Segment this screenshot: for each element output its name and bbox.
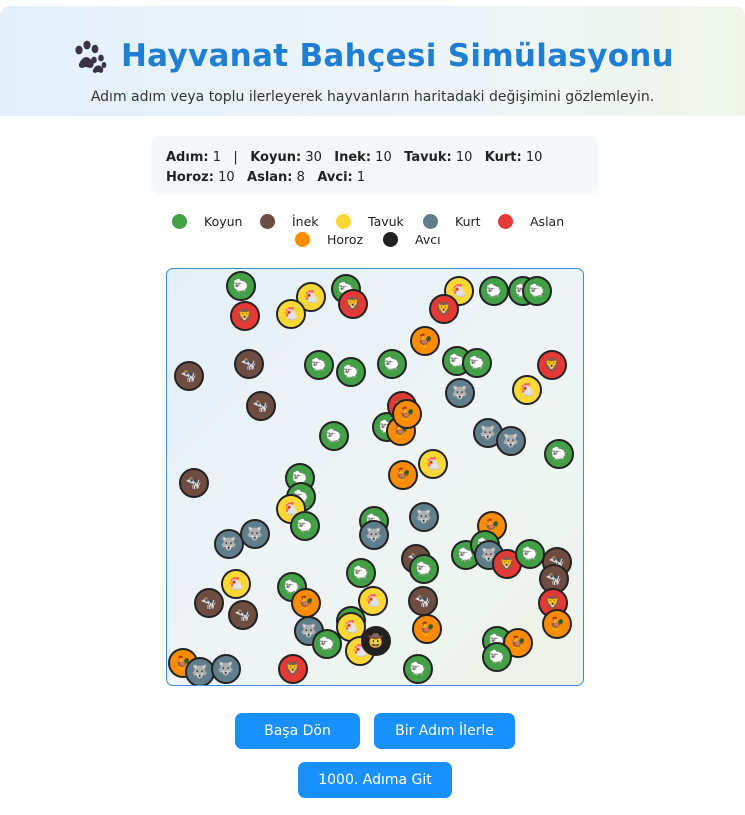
lion-icon: 🦁 [278, 654, 308, 684]
sheep-icon: 🐑 [515, 539, 545, 569]
legend-dot [172, 213, 187, 229]
legend-dot [423, 213, 438, 229]
wolf-icon: 🐺 [211, 654, 241, 684]
sheep-icon: 🐑 [346, 558, 376, 588]
wolf-icon: 🐺 [496, 426, 526, 456]
sheep-icon: 🐑 [522, 276, 552, 306]
cow-icon: 🐄 [179, 468, 209, 498]
reset-button[interactable]: Başa Dön [235, 713, 360, 749]
legend-dot [295, 231, 310, 247]
legend-item-tavuk: Tavuk [336, 212, 404, 230]
cow-icon: 🐄 [228, 600, 258, 630]
paw-icon [71, 38, 107, 74]
lion-icon: 🦁 [429, 294, 459, 324]
sheep-icon: 🐑 [377, 349, 407, 379]
wolf-icon: 🐺 [409, 502, 439, 532]
legend-item-koyun: Koyun [172, 212, 242, 230]
cow-icon: 🐄 [408, 586, 438, 616]
step-value: 1 [212, 150, 221, 165]
wolf-count: 10 [525, 150, 543, 165]
rooster-icon: 🐓 [392, 399, 422, 429]
legend-item-horoz: Horoz [295, 230, 363, 248]
lion-icon: 🦁 [338, 289, 368, 319]
stats-separator: | [233, 150, 238, 165]
legend-label: Koyun [204, 213, 243, 229]
chicken-count: 10 [455, 150, 473, 165]
legend-label: Aslan [530, 213, 565, 229]
chicken-icon: 🐔 [276, 299, 306, 329]
stats-panel: Adım: 1 | Koyun: 30 Inek: 10 Tavuk: 10 K… [152, 136, 598, 192]
legend-item-inek: İnek [260, 212, 319, 230]
cow-count: 10 [375, 150, 392, 165]
sheep-icon: 🐑 [403, 654, 433, 684]
step-button[interactable]: Bir Adım İlerle [374, 713, 515, 749]
lion-count: 8 [296, 170, 305, 185]
legend-dot [260, 213, 275, 229]
rooster-icon: 🐓 [388, 460, 418, 490]
lion-count-label: Aslan: [247, 170, 293, 185]
page-subtitle: Adım adım veya toplu ilerleyerek hayvanl… [90, 89, 655, 105]
page-title: Hayvanat Bahçesi Simülasyonu [120, 38, 675, 74]
hunter-count: 1 [356, 170, 366, 185]
jump-1000-button[interactable]: 1000. Adıma Git [298, 762, 452, 798]
wolf-count-label: Kurt: [484, 150, 522, 165]
legend-item-avci: Avcı [383, 230, 441, 248]
cow-count-label: Inek: [334, 150, 372, 165]
rooster-icon: 🐓 [412, 614, 442, 644]
legend-item-kurt: Kurt [423, 212, 481, 230]
legend-dot [336, 213, 351, 229]
simulation-map: 🐑🐑🐔🐔🐑🐑🐑🦁🐔🦁🦁🐓🐄🐄🐑🐑🐑🐑🐑🦁🐺🐔🐄🐑🐓🦁🐓🐑🐺🐺🐑🐄🐑🐓🐔🐑🐔🐑🐑🐺… [166, 268, 584, 686]
chicken-icon: 🐔 [221, 569, 251, 599]
legend-label: İnek [292, 213, 319, 229]
sheep-icon: 🐑 [304, 350, 334, 380]
rooster-icon: 🐓 [542, 609, 572, 639]
legend-label: Kurt [455, 213, 481, 229]
sheep-icon: 🐑 [290, 511, 320, 541]
step-label: Adım: [166, 150, 209, 165]
legend-label: Horoz [327, 231, 364, 247]
rooster-icon: 🐓 [291, 588, 321, 618]
legend-dot [383, 231, 398, 247]
lion-icon: 🦁 [537, 350, 567, 380]
sheep-icon: 🐑 [409, 554, 439, 584]
hunter-icon: 🤠 [361, 626, 391, 656]
rooster-count: 10 [218, 170, 235, 185]
sheep-icon: 🐑 [479, 276, 509, 306]
lion-icon: 🦁 [230, 301, 260, 331]
cow-icon: 🐄 [234, 349, 264, 379]
wolf-icon: 🐺 [359, 520, 389, 550]
cow-icon: 🐄 [194, 588, 224, 618]
sheep-icon: 🐑 [462, 348, 492, 378]
wolf-icon: 🐺 [445, 378, 475, 408]
legend-dot [498, 213, 513, 229]
chicken-count-label: Tavuk: [404, 150, 452, 165]
chicken-icon: 🐔 [512, 375, 542, 405]
chicken-icon: 🐔 [418, 449, 448, 479]
rooster-icon: 🐓 [410, 326, 440, 356]
sheep-count: 30 [305, 150, 322, 165]
legend-item-aslan: Aslan [498, 212, 564, 230]
sheep-icon: 🐑 [482, 642, 512, 672]
legend-label: Avcı [415, 231, 441, 247]
legend-label: Tavuk [368, 213, 404, 229]
sheep-icon: 🐑 [336, 357, 366, 387]
sheep-icon: 🐑 [319, 421, 349, 451]
chicken-icon: 🐔 [358, 586, 388, 616]
sheep-icon: 🐑 [226, 271, 256, 301]
title-row: Hayvanat Bahçesi Simülasyonu [0, 38, 745, 74]
cow-icon: 🐄 [174, 361, 204, 391]
rooster-count-label: Horoz: [166, 170, 214, 185]
cow-icon: 🐄 [246, 391, 276, 421]
sheep-count-label: Koyun: [250, 150, 302, 165]
wolf-icon: 🐺 [240, 519, 270, 549]
hunter-count-label: Avci: [317, 170, 353, 185]
sheep-icon: 🐑 [544, 439, 574, 469]
